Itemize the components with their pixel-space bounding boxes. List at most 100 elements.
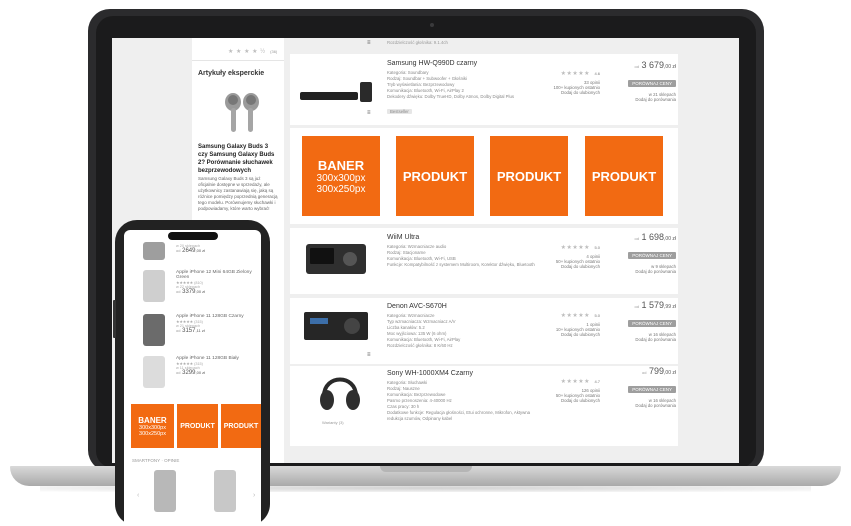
price-prefix: od bbox=[634, 304, 639, 309]
banner-title: BANER bbox=[317, 157, 365, 173]
laptop-base-notch bbox=[380, 466, 472, 472]
price: 3 679 bbox=[641, 60, 665, 70]
phone-product-image[interactable] bbox=[140, 312, 168, 348]
price-block: od 1 698,00 zł PORÓWNAJ CENY w 9 sklepac… bbox=[612, 232, 676, 274]
banner-title: BANER bbox=[138, 415, 167, 425]
product-name[interactable]: Samsung HW-Q990D czarny bbox=[387, 60, 477, 67]
price: 3299 bbox=[182, 370, 196, 376]
price: 1 579 bbox=[641, 300, 665, 310]
phone-carousel-image[interactable] bbox=[154, 470, 176, 512]
headphones-image[interactable] bbox=[318, 368, 362, 414]
product-promo-tile[interactable]: PRODUKT bbox=[490, 136, 568, 216]
price-cents: ,00 zł bbox=[195, 370, 206, 375]
compare-icon[interactable]: ≡ bbox=[367, 110, 371, 116]
wishlist-link[interactable]: Dodaj do ulubionych bbox=[545, 264, 600, 269]
price-cents: ,00 zł bbox=[195, 248, 206, 253]
add-to-compare-link[interactable]: Dodaj do porównania bbox=[612, 403, 676, 408]
phone-carousel-image[interactable] bbox=[214, 470, 236, 512]
av-receiver-image[interactable] bbox=[302, 306, 370, 346]
attr: Dekodery dźwięku: Dolby TrueHD, Dolby At… bbox=[387, 94, 515, 99]
price-block: od 1 579,99 zł PORÓWNAJ CENY w 16 sklepa… bbox=[612, 300, 676, 342]
phone-product-image[interactable] bbox=[140, 268, 168, 304]
price-cents: ,99 zł bbox=[664, 304, 676, 310]
expert-articles-title: Artykuły eksperckie bbox=[198, 70, 265, 77]
amplifier-image[interactable] bbox=[302, 238, 370, 280]
phone-product-tile[interactable]: PRODUKT bbox=[177, 404, 218, 448]
phone-first-product: w 20 sklepach od 2649,00 zł bbox=[176, 244, 205, 254]
rating-block: ★★★★★ 5.0 1 opinii 10+ kupionych ostatni… bbox=[545, 304, 600, 337]
bestseller-badge: Bestseller bbox=[387, 109, 412, 114]
price-cents: ,00 zł bbox=[664, 370, 676, 376]
rating-count: (36) bbox=[270, 49, 278, 54]
price-prefix: od bbox=[176, 289, 181, 294]
price-prefix: od bbox=[634, 236, 639, 241]
price: 799 bbox=[649, 366, 665, 376]
product-name[interactable]: Denon AVC-S670H bbox=[387, 303, 447, 310]
rating-block: ★★★★★ 5.0 4 opinii 50+ kupionych ostatni… bbox=[545, 236, 600, 269]
price-prefix: od bbox=[176, 370, 181, 375]
ad-banner[interactable]: BANER 300x300px 300x250px bbox=[302, 136, 380, 216]
article-excerpt: Samsung Galaxy Buds 3 są już oficjalnie … bbox=[198, 176, 278, 211]
product-name[interactable]: WiiM Ultra bbox=[387, 234, 419, 241]
banner-size: 300x250px bbox=[139, 430, 166, 437]
compare-prices-button[interactable]: PORÓWNAJ CENY bbox=[628, 80, 676, 87]
wishlist-link[interactable]: Dodaj do ulubionych bbox=[545, 90, 600, 95]
webcam-icon bbox=[430, 23, 434, 27]
compare-prices-button[interactable]: PORÓWNAJ CENY bbox=[628, 386, 676, 393]
rating-value: 5.0 bbox=[594, 245, 600, 250]
product-promo-tile[interactable]: PRODUKT bbox=[585, 136, 663, 216]
product-attributes: Kategoria: Wzmacniacze audio Rodzaj: Sta… bbox=[387, 244, 537, 268]
phone-list-item[interactable]: Apple iPhone 11 128GB Czarny ★★★★★ (315)… bbox=[176, 314, 258, 334]
price-cents: ,00 zł bbox=[664, 64, 676, 70]
compare-icon[interactable]: ≡ bbox=[367, 40, 371, 46]
wishlist-link[interactable]: Dodaj do ulubionych bbox=[545, 332, 600, 337]
soundbar-image[interactable] bbox=[300, 80, 372, 104]
phone-list-item[interactable]: Apple iPhone 11 128GB Biały ★★★★★ (315) … bbox=[176, 356, 258, 376]
product-promo-tile[interactable]: PRODUKT bbox=[396, 136, 474, 216]
chevron-right-icon[interactable]: › bbox=[253, 492, 255, 499]
compare-prices-button[interactable]: PORÓWNAJ CENY bbox=[628, 252, 676, 259]
wishlist-link[interactable]: Dodaj do ulubionych bbox=[545, 398, 600, 403]
price-block: od 3 679,00 zł PORÓWNAJ CENY w 21 sklepa… bbox=[612, 60, 676, 102]
variants-caption[interactable]: Warianty (3) bbox=[322, 420, 344, 425]
phone-ad-banner[interactable]: BANER 300x300px 300x250px bbox=[131, 404, 174, 448]
price: 2649 bbox=[182, 248, 196, 254]
attr: Dodatkowe funkcje: Regulacja głośności, … bbox=[387, 410, 531, 421]
product-attributes: Kategoria: Wzmacniacze Typ wzmacniacza: … bbox=[387, 313, 460, 349]
price-prefix: od bbox=[642, 370, 647, 375]
rating-value: 5.0 bbox=[594, 313, 600, 318]
price-prefix: od bbox=[176, 328, 181, 333]
rating-value: 4.6 bbox=[594, 71, 600, 76]
rating-stars: ★★★★★ bbox=[560, 379, 590, 385]
rating-block: ★★★★★ 4.6 33 opinii 100+ kupionych ostat… bbox=[545, 62, 600, 95]
rating-stars: ★★★★★ bbox=[560, 71, 590, 77]
phone-notch bbox=[168, 232, 218, 240]
price: 3379 bbox=[182, 289, 196, 295]
add-to-compare-link[interactable]: Dodaj do porównania bbox=[612, 337, 676, 342]
price: 1 698 bbox=[641, 232, 665, 242]
product-name[interactable]: Sony WH-1000XM4 Czarny bbox=[387, 370, 473, 377]
phone-list-item[interactable]: Apple iPhone 12 Mini 64GB Zielony Green … bbox=[176, 270, 258, 295]
compare-icon[interactable]: ≡ bbox=[367, 352, 371, 358]
rating-stars: ★★★★★ bbox=[560, 313, 590, 319]
earbuds-image[interactable] bbox=[222, 88, 262, 136]
add-to-compare-link[interactable]: Dodaj do porównania bbox=[612, 269, 676, 274]
price-prefix: od bbox=[176, 248, 181, 253]
rating-block: ★★★★★ 4.7 126 opinii 50+ kupionych ostat… bbox=[545, 370, 600, 403]
compare-prices-button[interactable]: PORÓWNAJ CENY bbox=[628, 320, 676, 327]
price-prefix: od bbox=[634, 64, 639, 69]
product-attributes: Kategoria: Słuchawki Rodzaj: Nauszne Kom… bbox=[387, 380, 537, 422]
phone-product-tile[interactable]: PRODUKT bbox=[221, 404, 261, 448]
article-title-link[interactable]: Samsung Galaxy Buds 3 czy Samsung Galaxy… bbox=[198, 143, 278, 175]
chevron-left-icon[interactable]: ‹ bbox=[137, 492, 139, 499]
product-name[interactable]: Apple iPhone 12 Mini 64GB Zielony Green bbox=[176, 270, 258, 280]
sidebar-top-rating: ★ ★ ★ ★ ½ (36) bbox=[228, 40, 277, 58]
banner-size: 300x250px bbox=[316, 183, 366, 195]
rating-stars: ★★★★★ bbox=[560, 245, 590, 251]
banner-size: 300x300px bbox=[316, 172, 366, 184]
phone-product-image[interactable] bbox=[140, 240, 168, 262]
rating-value: 4.7 bbox=[594, 379, 600, 384]
phone-product-image[interactable] bbox=[140, 354, 168, 390]
add-to-compare-link[interactable]: Dodaj do porównania bbox=[612, 97, 676, 102]
product-attributes: Kategoria: Soundbary Rodzaj: Soundbar + … bbox=[387, 70, 514, 118]
